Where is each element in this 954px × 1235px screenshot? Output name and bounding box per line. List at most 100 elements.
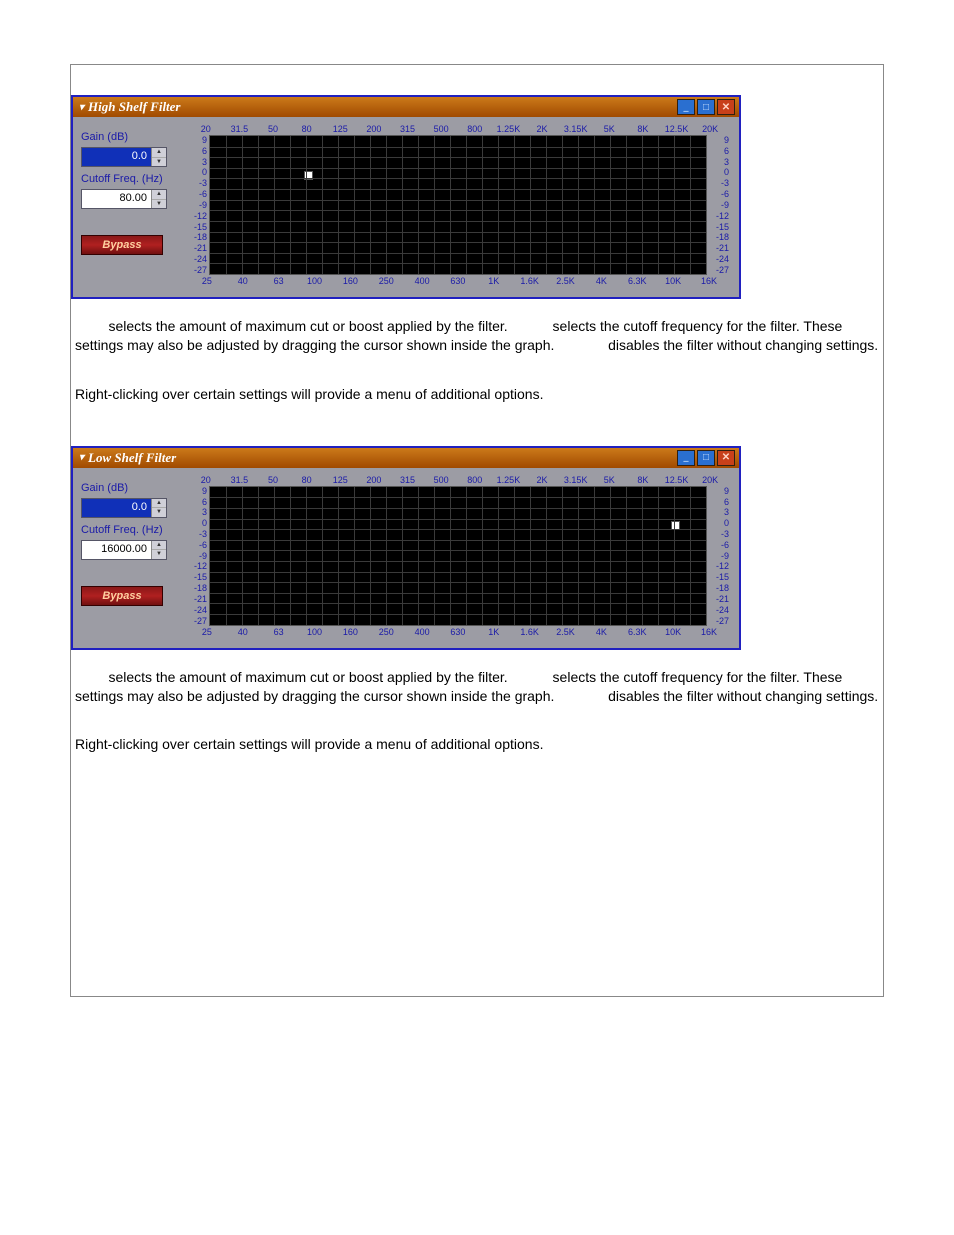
- y-tick: 3: [187, 157, 207, 167]
- y-tick: -27: [187, 616, 207, 626]
- gain-field[interactable]: 0.0 ▲ ▼: [81, 147, 167, 167]
- controls-column: Gain (dB) 0.0 ▲ ▼ Cutoff Freq. (Hz) 1600…: [81, 474, 181, 638]
- x-tick: 1.25K: [492, 475, 526, 485]
- term-gain: Gain: [75, 318, 105, 334]
- y-tick: 9: [187, 135, 207, 145]
- y-tick: -18: [187, 232, 207, 242]
- collapse-icon[interactable]: ▾: [79, 452, 84, 463]
- y-tick: -15: [709, 222, 729, 232]
- x-tick: 100: [297, 276, 333, 286]
- y-tick: -9: [709, 200, 729, 210]
- y-tick: -15: [187, 572, 207, 582]
- y-tick: -24: [709, 254, 729, 264]
- y-tick: 6: [709, 146, 729, 156]
- x-tick: 1K: [476, 627, 512, 637]
- x-tick: 1.6K: [512, 627, 548, 637]
- y-tick: -24: [709, 605, 729, 615]
- x-tick: 63: [261, 627, 297, 637]
- cutoff-value[interactable]: 16000.00: [82, 541, 151, 559]
- chevron-down-icon[interactable]: ▼: [152, 550, 166, 559]
- y-tick: 0: [187, 518, 207, 528]
- x-tick: 40: [225, 276, 261, 286]
- gain-spinner[interactable]: ▲ ▼: [151, 499, 166, 517]
- cutoff-label: Cutoff Freq. (Hz): [81, 173, 181, 185]
- cutoff-field[interactable]: 80.00 ▲ ▼: [81, 189, 167, 209]
- x-tick: 500: [424, 124, 458, 134]
- filter-chart[interactable]: [209, 486, 707, 626]
- term-cutoff: Cutoff: [512, 669, 549, 685]
- x-tick: 63: [261, 276, 297, 286]
- gain-field[interactable]: 0.0 ▲ ▼: [81, 498, 167, 518]
- y-tick: 9: [187, 486, 207, 496]
- x-tick: 16K: [691, 276, 727, 286]
- y-tick: -12: [187, 561, 207, 571]
- description-paragraph: Gain selects the amount of maximum cut o…: [71, 668, 883, 706]
- x-tick: 100: [297, 627, 333, 637]
- panel-titlebar[interactable]: ▾ Low Shelf Filter _ □ ✕: [73, 448, 739, 468]
- y-axis-right: 9630-3-6-9-12-15-18-21-24-27: [707, 135, 731, 275]
- maximize-icon[interactable]: □: [697, 99, 715, 115]
- chevron-down-icon[interactable]: ▼: [152, 508, 166, 517]
- y-tick: -9: [187, 200, 207, 210]
- y-axis-right: 9630-3-6-9-12-15-18-21-24-27: [707, 486, 731, 626]
- y-tick: -12: [709, 211, 729, 221]
- gain-spinner[interactable]: ▲ ▼: [151, 148, 166, 166]
- y-tick: -15: [187, 222, 207, 232]
- rightclick-note: Right-clicking over certain settings wil…: [71, 735, 883, 754]
- x-tick: 5K: [593, 124, 627, 134]
- close-icon[interactable]: ✕: [717, 99, 735, 115]
- x-tick: 3.15K: [559, 475, 593, 485]
- close-icon[interactable]: ✕: [717, 450, 735, 466]
- page: ▾ High Shelf Filter _ □ ✕ Gain (dB) 0.0 …: [70, 64, 884, 997]
- y-tick: -24: [187, 254, 207, 264]
- minimize-icon[interactable]: _: [677, 450, 695, 466]
- x-tick: 1K: [476, 276, 512, 286]
- cutoff-value[interactable]: 80.00: [82, 190, 151, 208]
- x-tick: 200: [357, 124, 391, 134]
- panel-titlebar[interactable]: ▾ High Shelf Filter _ □ ✕: [73, 97, 739, 117]
- gain-label: Gain (dB): [81, 482, 181, 494]
- y-tick: -27: [709, 265, 729, 275]
- y-tick: 9: [709, 135, 729, 145]
- gain-value[interactable]: 0.0: [82, 148, 151, 166]
- y-tick: 6: [709, 497, 729, 507]
- x-tick: 2.5K: [548, 627, 584, 637]
- high-shelf-panel: ▾ High Shelf Filter _ □ ✕ Gain (dB) 0.0 …: [71, 95, 741, 299]
- term-bypass: Bypass: [558, 337, 604, 353]
- gain-label: Gain (dB): [81, 131, 181, 143]
- cutoff-spinner[interactable]: ▲ ▼: [151, 190, 166, 208]
- panel-title: High Shelf Filter: [88, 99, 180, 115]
- x-tick: 8K: [626, 475, 660, 485]
- filter-chart[interactable]: [209, 135, 707, 275]
- x-tick: 16K: [691, 627, 727, 637]
- chevron-up-icon[interactable]: ▲: [152, 541, 166, 551]
- x-tick: 800: [458, 124, 492, 134]
- gain-value[interactable]: 0.0: [82, 499, 151, 517]
- y-tick: 9: [709, 486, 729, 496]
- maximize-icon[interactable]: □: [697, 450, 715, 466]
- x-tick: 125: [324, 124, 358, 134]
- chevron-up-icon[interactable]: ▲: [152, 499, 166, 509]
- chevron-down-icon[interactable]: ▼: [152, 200, 166, 209]
- y-tick: -21: [709, 594, 729, 604]
- x-tick: 400: [404, 276, 440, 286]
- y-tick: 6: [187, 497, 207, 507]
- chevron-down-icon[interactable]: ▼: [152, 158, 166, 167]
- x-axis-top: 2031.550801252003155008001.25K2K3.15K5K8…: [185, 474, 731, 486]
- bypass-button[interactable]: Bypass: [81, 235, 163, 255]
- x-tick: 250: [368, 627, 404, 637]
- x-tick: 80: [290, 475, 324, 485]
- minimize-icon[interactable]: _: [677, 99, 695, 115]
- collapse-icon[interactable]: ▾: [79, 102, 84, 113]
- y-tick: 3: [709, 157, 729, 167]
- cutoff-field[interactable]: 16000.00 ▲ ▼: [81, 540, 167, 560]
- chevron-up-icon[interactable]: ▲: [152, 190, 166, 200]
- x-tick: 12.5K: [660, 475, 694, 485]
- x-tick: 5K: [593, 475, 627, 485]
- bypass-button[interactable]: Bypass: [81, 586, 163, 606]
- chevron-up-icon[interactable]: ▲: [152, 148, 166, 158]
- low-shelf-panel: ▾ Low Shelf Filter _ □ ✕ Gain (dB) 0.0 ▲…: [71, 446, 741, 650]
- cutoff-spinner[interactable]: ▲ ▼: [151, 541, 166, 559]
- x-tick: 630: [440, 276, 476, 286]
- x-tick: 315: [391, 124, 425, 134]
